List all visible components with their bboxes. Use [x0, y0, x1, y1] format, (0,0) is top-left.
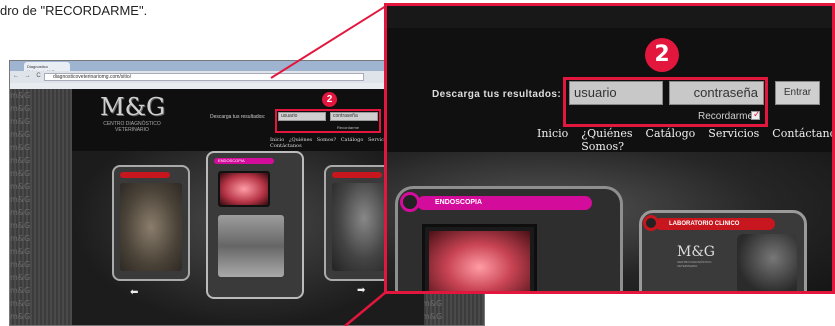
- watermark-text: m&G: [422, 312, 443, 321]
- endoscopy-monitor: [218, 171, 270, 207]
- watermark-text: m&G: [10, 234, 31, 243]
- site-nav-large: Inicio ¿Quiénes Somos? Catálogo Servicio…: [537, 127, 832, 153]
- site-logo[interactable]: M&G CENTRO DIAGNÓSTICO VETERINARIO: [100, 93, 166, 133]
- card-label: [120, 172, 170, 178]
- hero-carousel: ENDOSCOPIA ⬅ ➡: [72, 151, 424, 325]
- logo-subtitle: CENTRO DIAGNÓSTICO VETERINARIO: [103, 121, 161, 133]
- login-label-large: Descarga tus resultados:: [432, 89, 562, 100]
- watermark-text: m&G: [10, 195, 31, 204]
- service-card-endoscopia[interactable]: ENDOSCOPIA: [206, 151, 304, 299]
- logo-text: M&G: [100, 93, 166, 121]
- watermark-text: m&G: [10, 273, 31, 282]
- watermark-text: m&G: [422, 299, 443, 308]
- watermark-text: m&G: [10, 169, 31, 178]
- watermark-text: m&G: [10, 221, 31, 230]
- watermark-text: m&G: [10, 143, 31, 152]
- nav-item-catalogo[interactable]: Catálogo: [341, 137, 364, 143]
- watermark-text: m&G: [10, 208, 31, 217]
- watermark-text: m&G: [10, 104, 31, 113]
- watermark-text: m&G: [10, 299, 31, 308]
- card-logo: M&G: [677, 244, 715, 260]
- watermark-text: m&G: [10, 130, 31, 139]
- remember-me-checkbox[interactable]: ✓: [751, 109, 761, 120]
- remember-me-label-large[interactable]: Recordarme: [698, 111, 753, 122]
- login-button-large[interactable]: Entrar: [775, 81, 820, 105]
- endoscopy-monitor: [422, 224, 537, 291]
- card-label-laboratorio: LABORATORIO CLINICO: [669, 221, 740, 227]
- nav-item-catalogo[interactable]: Catálogo: [646, 127, 696, 153]
- watermark-column-left: m&G m&G m&G m&G m&G m&G m&G m&G m&G m&G …: [10, 89, 72, 325]
- service-card[interactable]: [112, 165, 190, 281]
- dog-photo: [120, 183, 182, 271]
- card-bullet-icon: [400, 192, 420, 212]
- nav-item-servicios[interactable]: Servicios: [708, 127, 759, 153]
- browser-tab[interactable]: Diagnostico Veterinario M.G.: [24, 62, 70, 74]
- microscope-photo: [737, 234, 797, 291]
- carousel-prev-arrow-icon[interactable]: ⬅: [130, 287, 138, 298]
- username-input-large[interactable]: usuario: [569, 81, 663, 105]
- card-label-endoscopia: ENDOSCOPIA: [435, 199, 483, 206]
- endoscopy-screen-image: [429, 231, 530, 291]
- nav-item-quienes-somos[interactable]: ¿Quiénes Somos?: [581, 127, 632, 153]
- annotation-number-badge: 2: [322, 92, 337, 107]
- nav-item-contactanos[interactable]: Contáctanos: [270, 143, 302, 149]
- login-label: Descarga tus resultados:: [210, 114, 266, 120]
- nav-item-contactanos[interactable]: Contáctanos: [772, 127, 832, 153]
- password-input-large[interactable]: contraseña: [669, 81, 764, 105]
- card-bullet-icon: [643, 215, 659, 231]
- watermark-text: m&G: [10, 91, 31, 100]
- watermark-text: m&G: [10, 182, 31, 191]
- equipment-photo: [218, 215, 284, 277]
- nav-item-inicio[interactable]: Inicio: [537, 127, 568, 153]
- card-label: ENDOSCOPIA: [214, 158, 274, 164]
- watermark-text: m&G: [10, 247, 31, 256]
- watermark-text: m&G: [10, 117, 31, 126]
- url-field[interactable]: diagnosticoveterinariomg.com/sitio/: [44, 73, 364, 81]
- watermark-text: m&G: [10, 286, 31, 295]
- zoomed-login-panel: 2 Descarga tus resultados: usuario contr…: [384, 3, 835, 294]
- watermark-text: m&G: [10, 260, 31, 269]
- card-logo-subtitle: CENTRO DIAGNÓSTICO VETERINARIO: [677, 260, 712, 268]
- checkmark-icon: ✓: [753, 109, 761, 119]
- card-label: [332, 172, 382, 178]
- site-main-area: M&G CENTRO DIAGNÓSTICO VETERINARIO 2 Des…: [72, 89, 424, 325]
- watermark-text: m&G: [10, 312, 31, 321]
- watermark-text: m&G: [10, 156, 31, 165]
- zoom-top-bar: [387, 6, 832, 28]
- carousel-next-arrow-icon[interactable]: ➡: [357, 285, 365, 296]
- annotation-number-badge-large: 2: [645, 38, 679, 72]
- document-caption: dro de "RECORDARME".: [0, 3, 148, 18]
- annotation-highlight-box: [275, 109, 381, 133]
